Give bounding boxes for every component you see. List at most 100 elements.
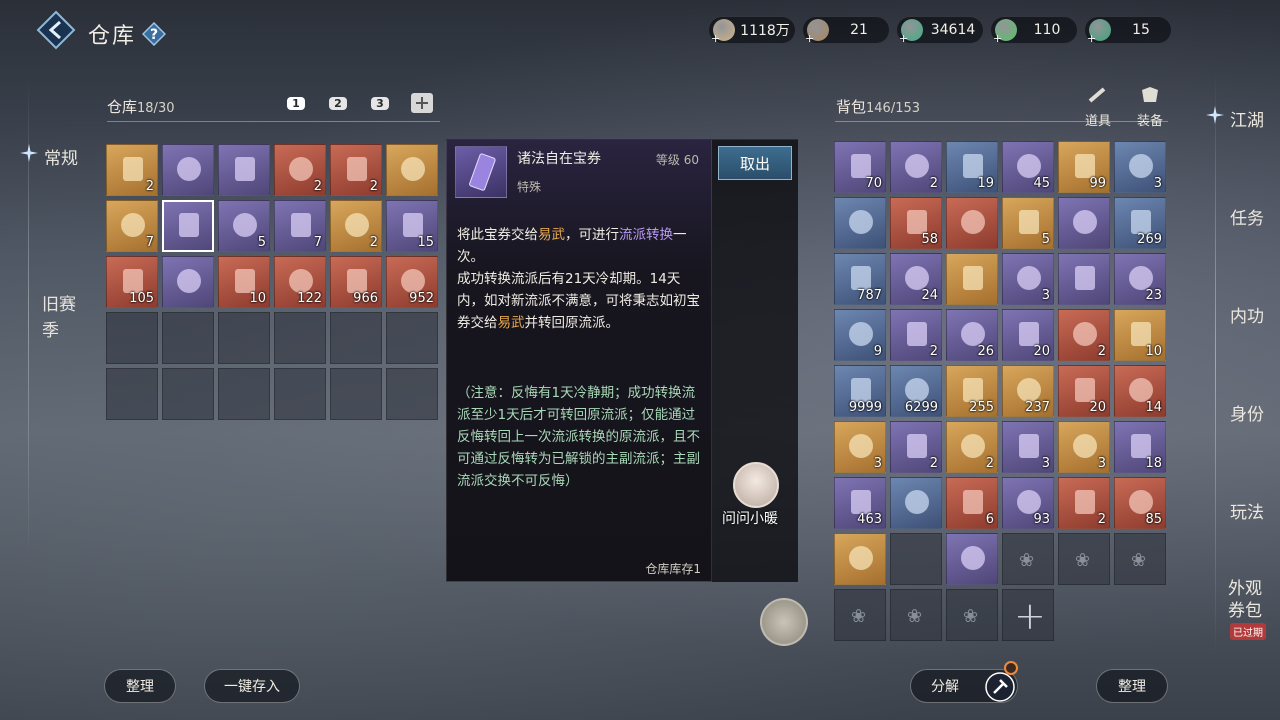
- item-slot[interactable]: 122: [274, 256, 326, 308]
- nav-item-gameplay[interactable]: 玩法: [1230, 498, 1264, 523]
- item-slot[interactable]: 105: [106, 256, 158, 308]
- item-slot[interactable]: [218, 144, 270, 196]
- empty-slot[interactable]: ❀: [946, 589, 998, 641]
- item-slot[interactable]: 9999: [834, 365, 886, 417]
- add-slot-button[interactable]: +: [1002, 589, 1054, 641]
- item-slot[interactable]: 463: [834, 477, 886, 529]
- empty-slot[interactable]: [890, 533, 942, 585]
- item-slot[interactable]: [946, 197, 998, 249]
- nav-item-identity[interactable]: 身份: [1230, 400, 1264, 425]
- warehouse-tab-3[interactable]: 3: [366, 92, 394, 114]
- empty-slot[interactable]: [106, 368, 158, 420]
- item-slot[interactable]: 10: [1114, 309, 1166, 361]
- item-slot[interactable]: 255: [946, 365, 998, 417]
- item-slot[interactable]: 99: [1058, 141, 1110, 193]
- item-slot[interactable]: 5: [1002, 197, 1054, 249]
- empty-slot[interactable]: [274, 312, 326, 364]
- item-slot[interactable]: [162, 144, 214, 196]
- item-slot[interactable]: 2: [890, 421, 942, 473]
- item-slot[interactable]: 237: [1002, 365, 1054, 417]
- empty-slot[interactable]: [386, 312, 438, 364]
- warehouse-tab-2[interactable]: 2: [324, 92, 352, 114]
- item-slot[interactable]: 6299: [890, 365, 942, 417]
- item-slot[interactable]: 2: [330, 144, 382, 196]
- nav-item-inner-skill[interactable]: 内功: [1230, 302, 1264, 327]
- item-slot[interactable]: [946, 533, 998, 585]
- item-slot[interactable]: 2: [330, 200, 382, 252]
- question-icon[interactable]: ?: [142, 22, 166, 46]
- item-slot[interactable]: 3: [1058, 421, 1110, 473]
- add-tab-icon[interactable]: [408, 92, 436, 114]
- back-diamond-icon[interactable]: [36, 10, 76, 50]
- item-slot[interactable]: [386, 144, 438, 196]
- quick-action-orb[interactable]: [760, 598, 808, 646]
- item-slot[interactable]: 7: [106, 200, 158, 252]
- warehouse-tab-1[interactable]: 1: [282, 92, 310, 114]
- item-slot[interactable]: 3: [1002, 421, 1054, 473]
- item-slot[interactable]: 3: [1002, 253, 1054, 305]
- empty-slot[interactable]: [218, 312, 270, 364]
- sort-bag-button[interactable]: 整理: [1096, 669, 1168, 703]
- item-slot[interactable]: [890, 477, 942, 529]
- nav-item-tasks[interactable]: 任务: [1230, 204, 1264, 229]
- item-slot[interactable]: 9: [834, 309, 886, 361]
- item-slot[interactable]: 2: [106, 144, 158, 196]
- item-slot[interactable]: 3: [834, 421, 886, 473]
- item-slot[interactable]: 45: [1002, 141, 1054, 193]
- empty-slot[interactable]: ❀: [1002, 533, 1054, 585]
- currency-1[interactable]: 21: [802, 16, 890, 45]
- empty-slot[interactable]: ❀: [1114, 533, 1166, 585]
- empty-slot[interactable]: [162, 312, 214, 364]
- item-slot[interactable]: 966: [330, 256, 382, 308]
- empty-slot[interactable]: [330, 312, 382, 364]
- empty-slot[interactable]: [386, 368, 438, 420]
- tab-equipment[interactable]: 装备: [1130, 86, 1170, 129]
- nav-item-outfit-vouchers[interactable]: 外观券包: [1228, 578, 1266, 622]
- item-slot[interactable]: 2: [274, 144, 326, 196]
- item-slot[interactable]: 3: [1114, 141, 1166, 193]
- empty-slot[interactable]: [274, 368, 326, 420]
- item-slot[interactable]: [162, 200, 214, 252]
- item-slot[interactable]: 20: [1002, 309, 1054, 361]
- item-slot[interactable]: 10: [218, 256, 270, 308]
- item-slot[interactable]: 85: [1114, 477, 1166, 529]
- sort-warehouse-button[interactable]: 整理: [104, 669, 176, 703]
- item-slot[interactable]: 18: [1114, 421, 1166, 473]
- item-slot[interactable]: 24: [890, 253, 942, 305]
- item-slot[interactable]: 93: [1002, 477, 1054, 529]
- empty-slot[interactable]: [218, 368, 270, 420]
- currency-3[interactable]: 110: [990, 16, 1078, 45]
- empty-slot[interactable]: [162, 368, 214, 420]
- item-slot[interactable]: 2: [890, 141, 942, 193]
- empty-slot[interactable]: [330, 368, 382, 420]
- empty-slot[interactable]: ❀: [1058, 533, 1110, 585]
- tab-items[interactable]: 道具: [1078, 86, 1118, 129]
- nav-item-jianghu[interactable]: 江湖: [1230, 106, 1264, 131]
- nav-item-old-season[interactable]: 旧赛季: [42, 292, 82, 344]
- item-slot[interactable]: 26: [946, 309, 998, 361]
- item-slot[interactable]: [1058, 253, 1110, 305]
- item-slot[interactable]: 14: [1114, 365, 1166, 417]
- currency-2[interactable]: 34614: [896, 16, 984, 45]
- take-out-button[interactable]: 取出: [718, 146, 792, 180]
- item-slot[interactable]: 7: [274, 200, 326, 252]
- assistant-avatar[interactable]: [733, 462, 779, 508]
- item-slot[interactable]: 19: [946, 141, 998, 193]
- item-slot[interactable]: 20: [1058, 365, 1110, 417]
- item-slot[interactable]: 952: [386, 256, 438, 308]
- item-slot[interactable]: 70: [834, 141, 886, 193]
- item-slot[interactable]: [946, 253, 998, 305]
- item-slot[interactable]: 6: [946, 477, 998, 529]
- ask-assistant-label[interactable]: 问问小暖: [722, 508, 778, 528]
- item-slot[interactable]: 15: [386, 200, 438, 252]
- deposit-all-button[interactable]: 一键存入: [204, 669, 300, 703]
- item-slot[interactable]: 23: [1114, 253, 1166, 305]
- item-slot[interactable]: [162, 256, 214, 308]
- empty-slot[interactable]: [106, 312, 158, 364]
- item-slot[interactable]: 787: [834, 253, 886, 305]
- item-slot[interactable]: 269: [1114, 197, 1166, 249]
- item-slot[interactable]: 58: [890, 197, 942, 249]
- item-slot[interactable]: 2: [1058, 309, 1110, 361]
- nav-item-regular[interactable]: 常规: [44, 144, 78, 169]
- item-slot[interactable]: [834, 533, 886, 585]
